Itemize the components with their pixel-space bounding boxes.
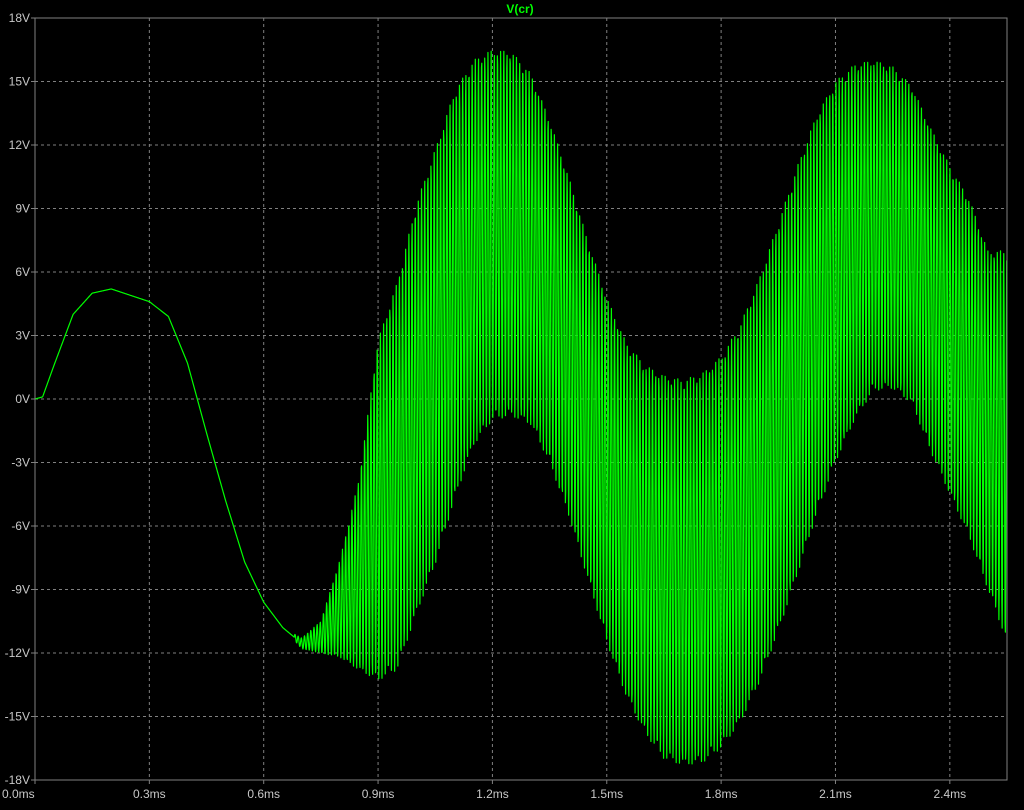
- x-tick-label: 2.4ms: [933, 787, 966, 801]
- y-axis-ticks: 18V 15V 12V 9V 6V 3V 0V -3V -6V -9V -12V -15V -18V: [5, 11, 35, 787]
- x-tick-label: 0.9ms: [362, 787, 395, 801]
- y-tick-label: 12V: [9, 138, 30, 152]
- y-tick-label: 15V: [9, 75, 30, 89]
- x-tick-label: 1.8ms: [705, 787, 738, 801]
- y-tick-label: 9V: [15, 202, 30, 216]
- x-axis-ticks: 0.0ms 0.3ms 0.6ms 0.9ms 1.2ms 1.5ms 1.8ms 2.1ms…: [2, 780, 966, 801]
- series-line-v-cr: [34, 50, 1008, 765]
- y-tick-label: -12V: [5, 646, 30, 660]
- x-tick-label: 0.3ms: [133, 787, 166, 801]
- x-tick-label: 2.1ms: [819, 787, 852, 801]
- y-tick-label: 18V: [9, 11, 30, 25]
- y-tick-label: 6V: [15, 265, 30, 279]
- y-tick-label: 3V: [15, 329, 30, 343]
- x-tick-label: 0.6ms: [247, 787, 280, 801]
- x-tick-label: 0.0ms: [2, 787, 35, 801]
- y-tick-label: -9V: [11, 583, 30, 597]
- y-tick-label: 0V: [15, 392, 30, 406]
- x-tick-label: 1.5ms: [590, 787, 623, 801]
- x-tick-label: 1.2ms: [476, 787, 509, 801]
- y-tick-label: -18V: [5, 773, 30, 787]
- y-tick-label: -15V: [5, 710, 30, 724]
- y-tick-label: -3V: [11, 456, 30, 470]
- chart-title: V(cr): [506, 2, 533, 16]
- y-tick-label: -6V: [11, 519, 30, 533]
- waveform-chart: V(cr) 18V 15V 12V 9V 6V 3V 0V -3V -6V -9V -12V -15V…: [2, 2, 1008, 801]
- trace-layer: [34, 50, 1008, 765]
- waveform-plot: V(cr) 18V 15V 12V 9V 6V 3V 0V -3V -6V -9V -12V -15V…: [0, 0, 1024, 805]
